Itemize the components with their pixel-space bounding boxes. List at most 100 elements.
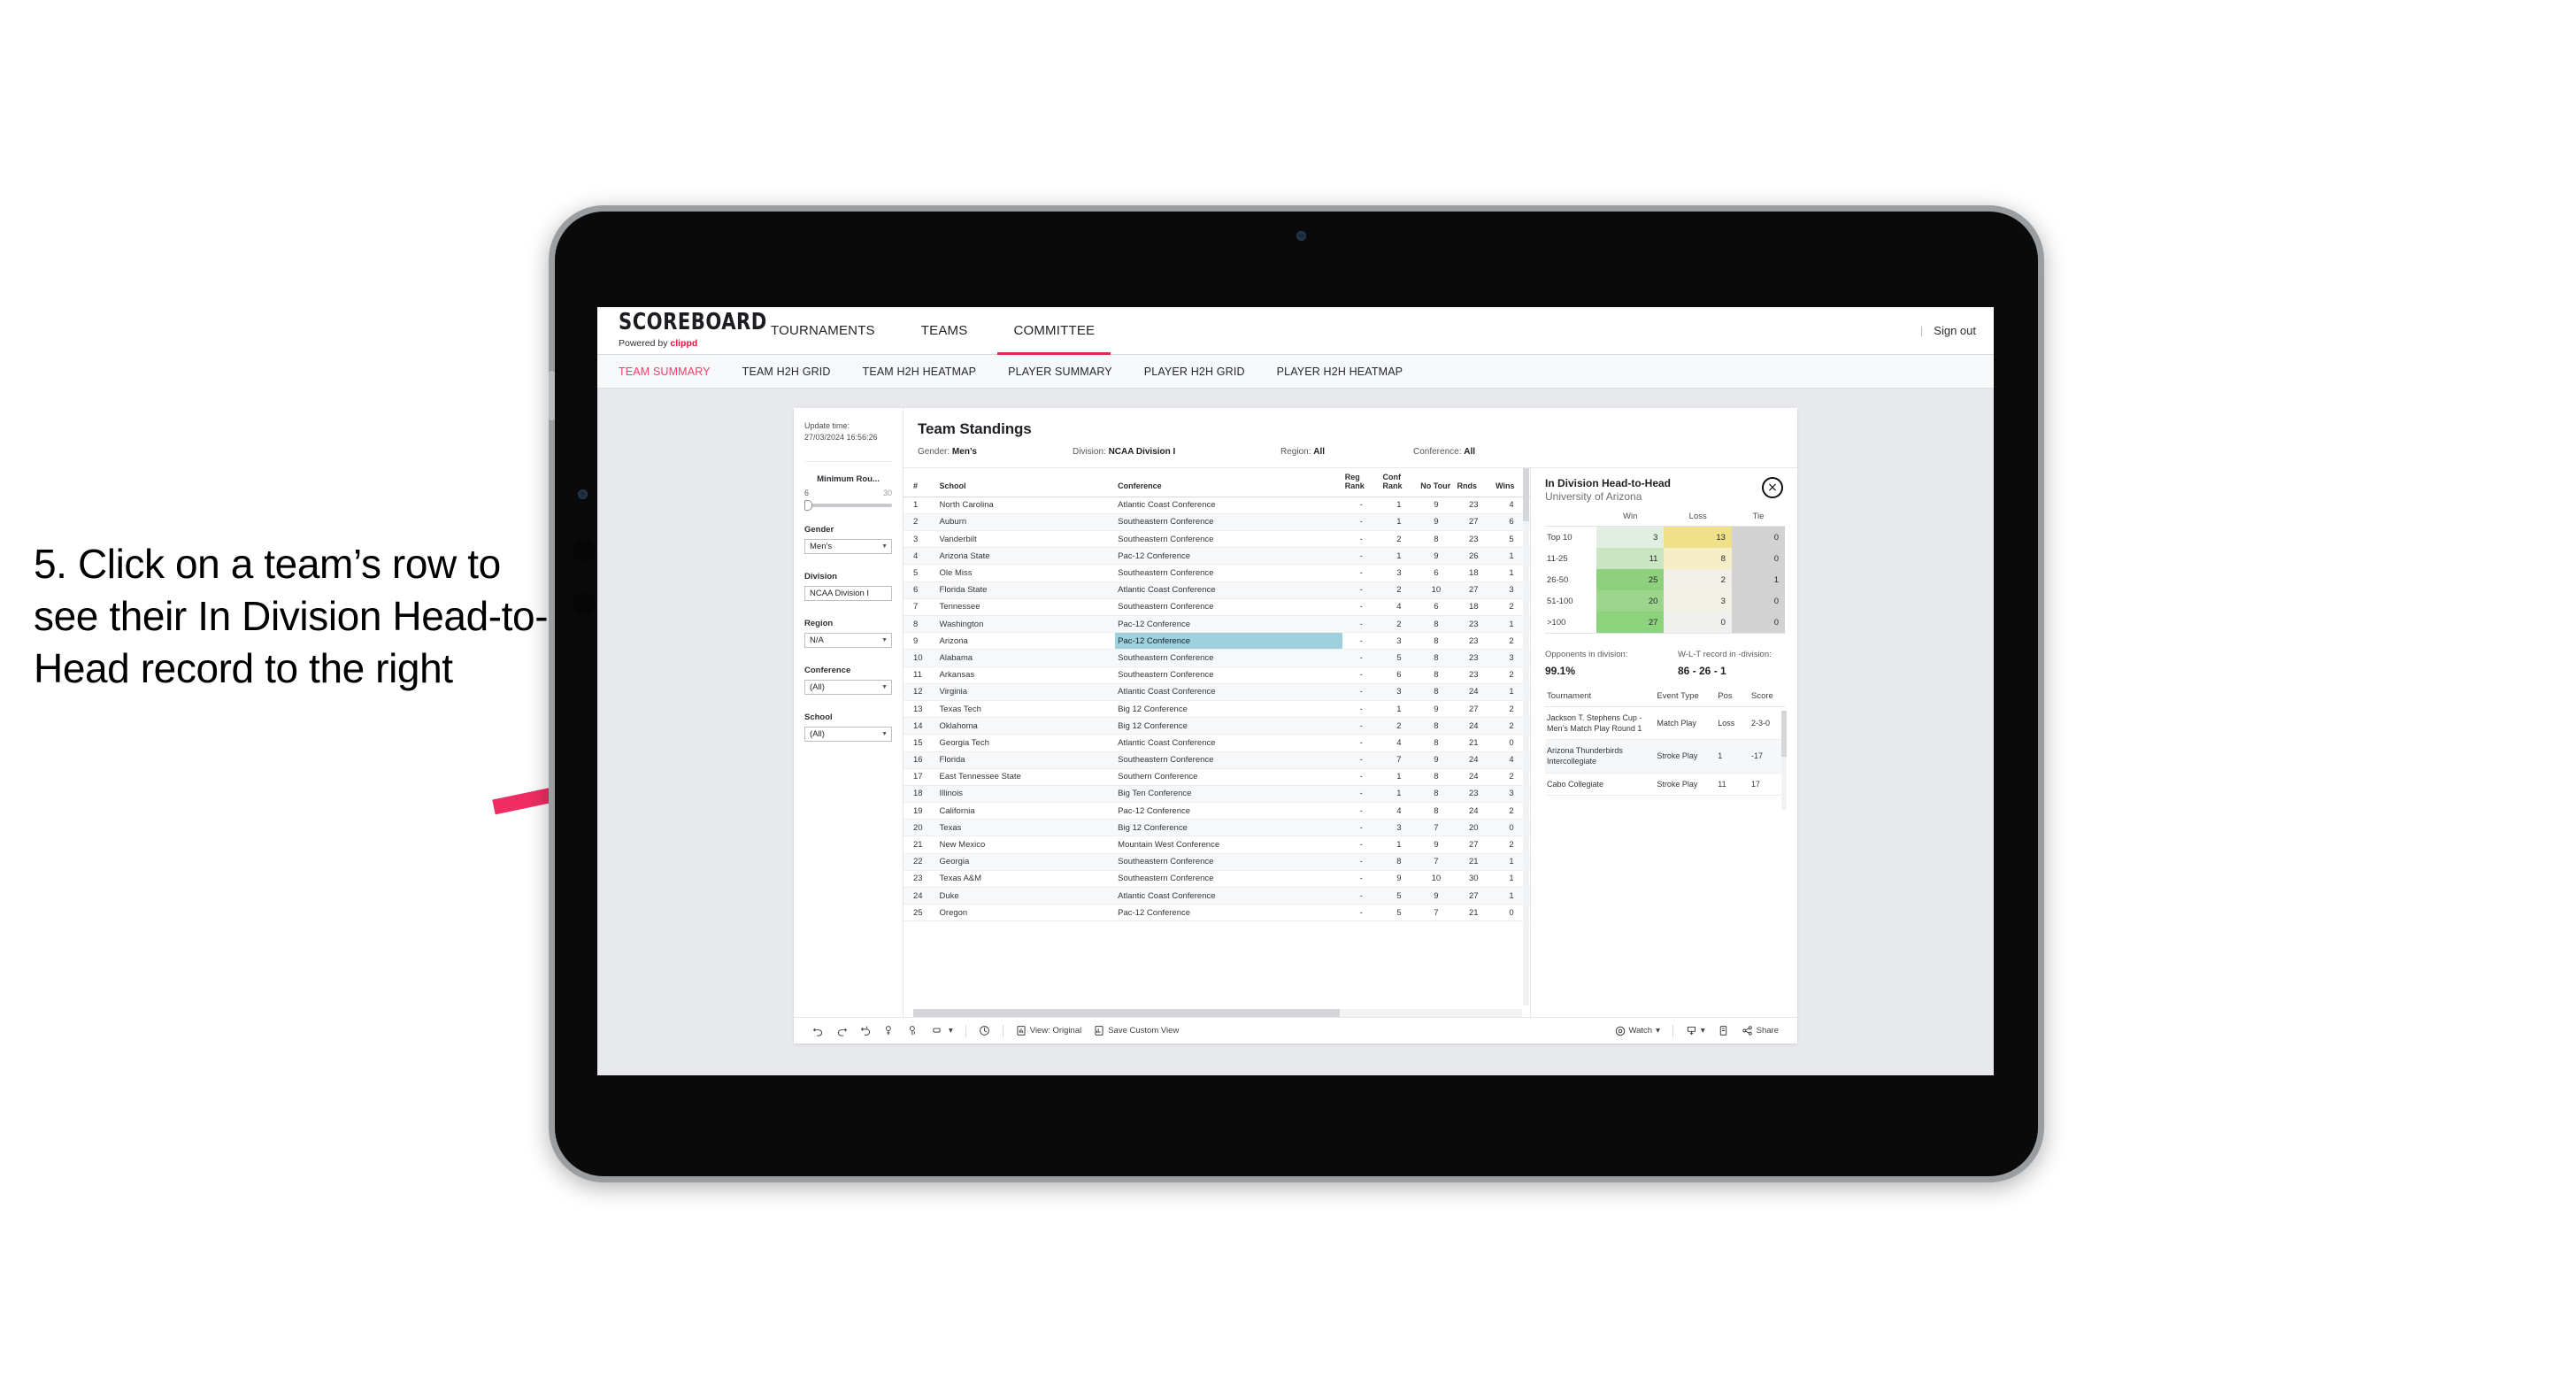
- table-row[interactable]: 2 Auburn Southeastern Conference -1 9 27 6: [904, 513, 1530, 532]
- cell-conference: Atlantic Coast Conference: [1115, 497, 1342, 514]
- table-row[interactable]: 22 Georgia Southeastern Conference -8 7 21 1: [904, 853, 1530, 871]
- standings-horizontal-scrollbar[interactable]: [913, 1009, 1522, 1017]
- brand-logo[interactable]: SCOREBOARD Powered by clippd: [597, 311, 766, 349]
- trn-cell-score: 17: [1749, 773, 1785, 796]
- table-row[interactable]: 24 Duke Atlantic Coast Conference -5 9 27 1: [904, 887, 1530, 905]
- trn-tbody: Jackson T. Stephens Cup - Men’s Match Pl…: [1545, 706, 1785, 796]
- col-school[interactable]: School: [936, 468, 1116, 497]
- cell-conf-rank: 4: [1380, 802, 1419, 820]
- tournament-row[interactable]: Jackson T. Stephens Cup - Men’s Match Pl…: [1545, 706, 1785, 741]
- table-row[interactable]: 15 Georgia Tech Atlantic Coast Conference -…: [904, 734, 1530, 752]
- table-row[interactable]: 14 Oklahoma Big 12 Conference -2 8 24 2: [904, 717, 1530, 735]
- cell-school: Arizona: [936, 632, 1116, 651]
- col-conference[interactable]: Conference: [1115, 468, 1342, 497]
- nav-committee[interactable]: COMMITTEE: [990, 307, 1118, 355]
- col-rnds[interactable]: Rnds: [1454, 468, 1494, 497]
- col-rank[interactable]: #: [904, 468, 937, 497]
- cell-no-tour: 8: [1418, 683, 1455, 701]
- trn-col-score[interactable]: Score: [1749, 691, 1785, 707]
- view-original-button[interactable]: View: Original: [1010, 1025, 1088, 1036]
- table-row[interactable]: 20 Texas Big 12 Conference -3 7 20 0: [904, 819, 1530, 837]
- table-row[interactable]: 23 Texas A&M Southeastern Conference -9 10 30…: [904, 870, 1530, 889]
- cell-reg-rank: -: [1342, 530, 1380, 549]
- tab-player-h2h-grid[interactable]: PLAYER H2H GRID: [1144, 366, 1263, 378]
- pause-updates-button[interactable]: [973, 1025, 996, 1036]
- standings-vertical-scrollbar[interactable]: [1523, 468, 1529, 1005]
- watch-button[interactable]: Watch ▾: [1609, 1026, 1666, 1036]
- tournament-scrollbar[interactable]: [1781, 711, 1787, 810]
- region-select[interactable]: N/A ▼: [804, 633, 892, 649]
- refresh-button[interactable]: [878, 1025, 902, 1036]
- table-row[interactable]: 10 Alabama Southeastern Conference -5 8 23 3: [904, 649, 1530, 667]
- h2h-cell-tie: 0: [1731, 548, 1785, 569]
- trn-col-pos[interactable]: Pos: [1716, 691, 1749, 707]
- sign-out-link[interactable]: Sign out: [1934, 324, 1976, 337]
- tab-player-summary[interactable]: PLAYER SUMMARY: [1008, 366, 1130, 378]
- tab-player-h2h-heatmap[interactable]: PLAYER H2H HEATMAP: [1277, 366, 1421, 378]
- cell-no-tour: 9: [1418, 497, 1455, 514]
- revert-button[interactable]: [854, 1025, 878, 1036]
- school-select[interactable]: (All) ▼: [804, 727, 892, 743]
- cell-rnds: 27: [1454, 700, 1494, 719]
- cell-school: Vanderbilt: [936, 530, 1116, 549]
- table-row[interactable]: 5 Ole Miss Southeastern Conference -3 6 18 1: [904, 564, 1530, 582]
- table-row[interactable]: 21 New Mexico Mountain West Conference -1 9 2…: [904, 835, 1530, 854]
- table-row[interactable]: 1 North Carolina Atlantic Coast Conference…: [904, 497, 1530, 514]
- trn-col-event-type[interactable]: Event Type: [1655, 691, 1717, 707]
- tournament-results-wrap: Tournament Event Type Pos Score Jackson …: [1545, 691, 1787, 810]
- trn-scroll-thumb[interactable]: [1781, 711, 1787, 757]
- undo-button[interactable]: [806, 1025, 830, 1036]
- standings-scroll-area[interactable]: # School Conference Reg Rank Conf Rank N…: [904, 468, 1530, 1005]
- redo-button[interactable]: [830, 1025, 854, 1036]
- division-select[interactable]: NCAA Division I: [804, 586, 892, 602]
- nav-tournaments[interactable]: TOURNAMENTS: [748, 307, 898, 355]
- cell-conference: Southeastern Conference: [1115, 649, 1342, 667]
- table-row[interactable]: 17 East Tennessee State Southern Conferenc…: [904, 768, 1530, 786]
- cell-rank: 4: [904, 547, 937, 566]
- cell-rnds: 27: [1454, 513, 1494, 532]
- cell-no-tour: 7: [1418, 819, 1455, 837]
- table-row[interactable]: 12 Virginia Atlantic Coast Conference -3 8 24…: [904, 683, 1530, 701]
- table-row[interactable]: 25 Oregon Pac-12 Conference -5 7 21 0: [904, 904, 1530, 922]
- tab-team-h2h-heatmap[interactable]: TEAM H2H HEATMAP: [863, 366, 995, 378]
- tab-team-summary[interactable]: TEAM SUMMARY: [619, 366, 728, 378]
- nav-teams[interactable]: TEAMS: [898, 307, 991, 355]
- table-row[interactable]: 19 California Pac-12 Conference -4 8 24 2: [904, 802, 1530, 820]
- download-button[interactable]: ▾: [1680, 1025, 1711, 1036]
- share-button[interactable]: Share: [1735, 1025, 1785, 1036]
- h2h-cell-loss: 3: [1664, 590, 1732, 612]
- cell-rnds: 27: [1454, 581, 1494, 599]
- table-row[interactable]: 11 Arkansas Southeastern Conference -6 8 23 2: [904, 666, 1530, 684]
- pause-button[interactable]: [902, 1025, 926, 1036]
- minimum-rounds-slider[interactable]: [804, 500, 892, 512]
- table-row[interactable]: 13 Texas Tech Big 12 Conference -1 9 27 2: [904, 700, 1530, 719]
- tournament-row[interactable]: Arizona Thunderbirds Intercollegiate Stro…: [1545, 739, 1785, 774]
- cell-no-tour: 8: [1418, 666, 1455, 684]
- front-camera-icon: [1296, 231, 1306, 241]
- col-reg-rank[interactable]: Reg Rank: [1342, 468, 1380, 497]
- tournament-row[interactable]: Cabo Collegiate Stroke Play 11 17: [1545, 773, 1785, 796]
- table-row[interactable]: 16 Florida Southeastern Conference -7 9 24 4: [904, 751, 1530, 769]
- close-icon[interactable]: ×: [1762, 477, 1783, 498]
- cell-no-tour: 8: [1418, 649, 1455, 667]
- fullscreen-button[interactable]: [1711, 1025, 1735, 1036]
- conference-select[interactable]: (All) ▼: [804, 680, 892, 696]
- scroll-thumb[interactable]: [1523, 468, 1529, 521]
- table-row[interactable]: 8 Washington Pac-12 Conference -2 8 23 1: [904, 615, 1530, 634]
- col-no-tour[interactable]: No Tour: [1418, 468, 1455, 497]
- highlight-button[interactable]: ▾: [926, 1025, 959, 1036]
- scroll-thumb-h[interactable]: [913, 1009, 1340, 1017]
- gender-select[interactable]: Men’s ▼: [804, 539, 892, 555]
- table-row[interactable]: 6 Florida State Atlantic Coast Conference -…: [904, 581, 1530, 599]
- table-row[interactable]: 4 Arizona State Pac-12 Conference -1 9 26 1: [904, 547, 1530, 566]
- table-row[interactable]: 7 Tennessee Southeastern Conference -4 6 18 2: [904, 598, 1530, 617]
- table-row[interactable]: 9 Arizona Pac-12 Conference -3 8 23 2: [904, 632, 1530, 651]
- trn-col-tournament[interactable]: Tournament: [1545, 691, 1656, 707]
- table-row[interactable]: 3 Vanderbilt Southeastern Conference -2 8 23 5: [904, 530, 1530, 549]
- tab-team-h2h-grid[interactable]: TEAM H2H GRID: [742, 366, 849, 378]
- save-custom-view-button[interactable]: Save Custom View: [1088, 1025, 1185, 1036]
- table-row[interactable]: 18 Illinois Big Ten Conference -1 8 23 3: [904, 785, 1530, 804]
- slider-handle[interactable]: [804, 500, 812, 512]
- col-conf-rank[interactable]: Conf Rank: [1380, 468, 1419, 497]
- cell-school: Tennessee: [936, 598, 1116, 617]
